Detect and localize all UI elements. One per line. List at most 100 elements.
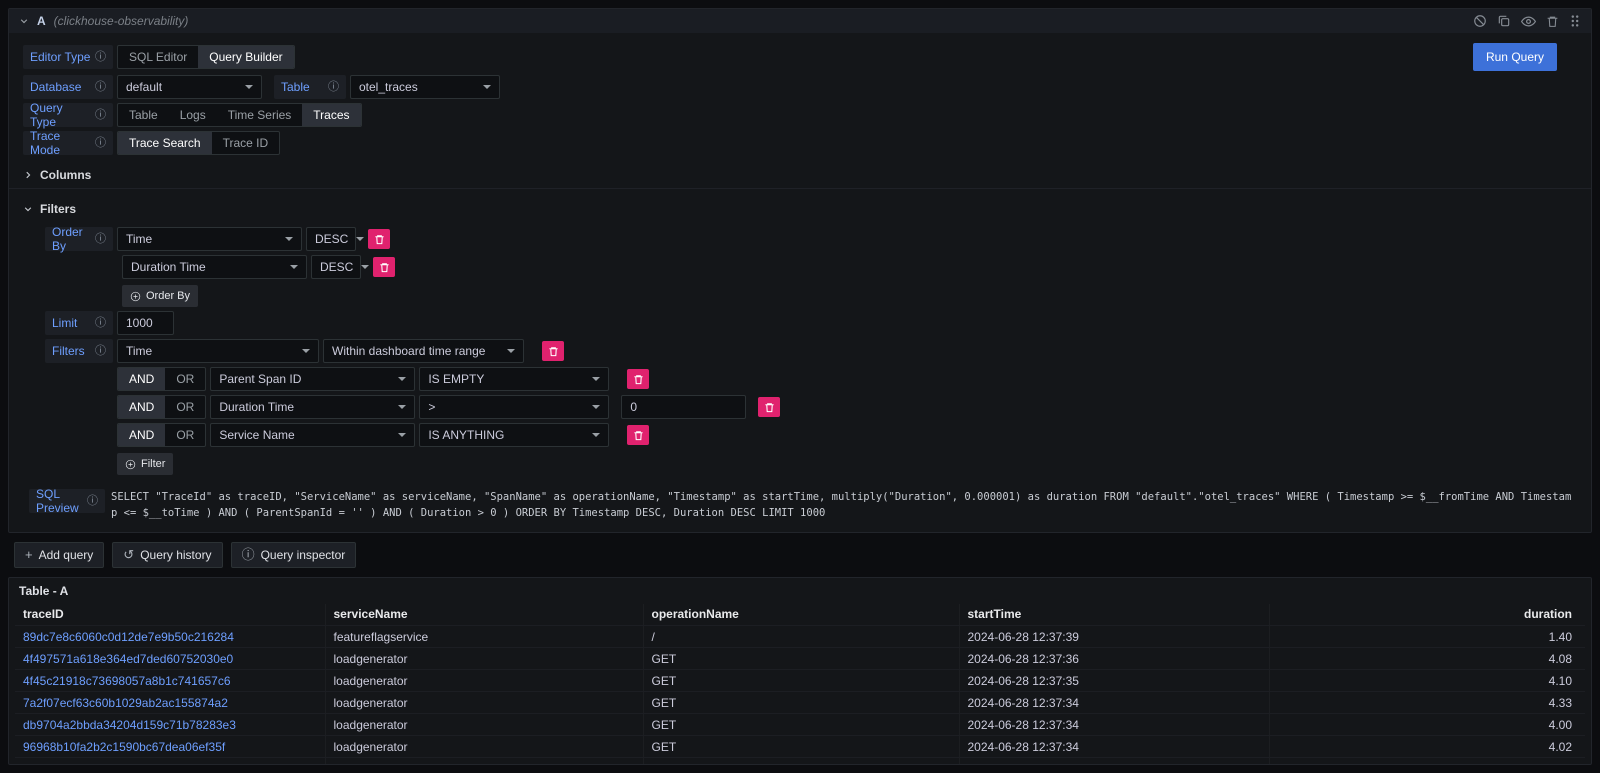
remove-filter-button[interactable] bbox=[627, 425, 649, 445]
query-type-logs[interactable]: Logs bbox=[169, 104, 217, 126]
info-icon[interactable]: ⓘ bbox=[95, 110, 106, 121]
trace-id-link[interactable]: 4f45c21918c73698057a8b1c741657c6 bbox=[23, 674, 231, 688]
run-query-button[interactable]: Run Query bbox=[1473, 43, 1557, 71]
trash-icon bbox=[379, 262, 390, 273]
column-header-operationname[interactable]: operationName bbox=[643, 604, 959, 626]
trace-id-link[interactable]: 4f497571a618e364ed7ded60752030e0 bbox=[23, 652, 233, 666]
remove-filter-button[interactable] bbox=[542, 341, 564, 361]
trace-table-body: 89dc7e8c6060c0d12de7e9b50c216284 feature… bbox=[15, 626, 1585, 764]
query-builder-option[interactable]: Query Builder bbox=[198, 46, 293, 68]
drag-handle-icon[interactable] bbox=[1569, 14, 1581, 28]
filter-field-select[interactable]: Service Name bbox=[210, 423, 415, 447]
eye-icon[interactable] bbox=[1521, 14, 1536, 29]
editor-type-switch: SQL Editor Query Builder bbox=[117, 45, 295, 69]
order-by-field-select[interactable]: Time bbox=[117, 227, 302, 251]
grafana-query-page: A (clickhouse-observability) bbox=[0, 0, 1600, 773]
query-type-time-series[interactable]: Time Series bbox=[217, 104, 303, 126]
filter-value-input[interactable] bbox=[621, 395, 746, 419]
filter-operator-select[interactable]: IS ANYTHING bbox=[419, 423, 609, 447]
remove-filter-button[interactable] bbox=[758, 397, 780, 417]
add-query-button[interactable]: + Add query bbox=[14, 542, 104, 568]
trash-icon bbox=[633, 374, 644, 385]
filter-row: AND OR Service Name IS ANYTHING bbox=[9, 423, 1591, 447]
order-by-direction-select[interactable]: DESC bbox=[311, 255, 361, 279]
datasource-name: (clickhouse-observability) bbox=[54, 14, 189, 28]
column-header-servicename[interactable]: serviceName bbox=[325, 604, 643, 626]
info-icon[interactable]: ⓘ bbox=[95, 82, 106, 93]
info-icon[interactable]: ⓘ bbox=[95, 138, 106, 149]
order-by-direction-select[interactable]: DESC bbox=[306, 227, 356, 251]
filter-operator-select[interactable]: > bbox=[419, 395, 609, 419]
start-time-cell: 2024-06-28 12:37:34 bbox=[959, 692, 1269, 714]
duplicate-icon[interactable] bbox=[1497, 14, 1511, 28]
table-container: traceID serviceName operationName startT… bbox=[9, 604, 1591, 764]
limit-input[interactable] bbox=[117, 311, 174, 335]
query-row-header[interactable]: A (clickhouse-observability) bbox=[9, 9, 1591, 33]
query-editor-panel: A (clickhouse-observability) bbox=[8, 8, 1592, 533]
table-select[interactable]: otel_traces bbox=[350, 75, 500, 99]
filters-section-header[interactable]: Filters bbox=[9, 195, 1591, 223]
info-icon[interactable]: ⓘ bbox=[87, 496, 98, 507]
remove-filter-button[interactable] bbox=[627, 369, 649, 389]
database-table-row: Database ⓘ default Table ⓘ otel_traces bbox=[9, 75, 1591, 99]
database-select[interactable]: default bbox=[117, 75, 262, 99]
filter-field-select[interactable]: Parent Span ID bbox=[210, 367, 415, 391]
panel-title[interactable]: Table - A bbox=[9, 578, 1591, 604]
query-inspector-button[interactable]: ⓘ Query inspector bbox=[231, 542, 357, 568]
sql-preview-text: SELECT "TraceId" as traceID, "ServiceNam… bbox=[111, 489, 1577, 522]
operation-name-cell: / bbox=[643, 626, 959, 648]
filter-field-select[interactable]: Time bbox=[117, 339, 319, 363]
and-option[interactable]: AND bbox=[118, 368, 165, 390]
and-option[interactable]: AND bbox=[118, 424, 165, 446]
trace-id-link[interactable]: 89dc7e8c6060c0d12de7e9b50c216284 bbox=[23, 630, 234, 644]
service-name-cell: loadgenerator bbox=[325, 670, 643, 692]
order-by-field-select[interactable]: Duration Time bbox=[122, 255, 307, 279]
disable-icon[interactable] bbox=[1473, 14, 1487, 28]
query-type-label: Query Type ⓘ bbox=[23, 103, 113, 127]
query-history-button[interactable]: ↺ Query history bbox=[112, 542, 222, 568]
trash-icon[interactable] bbox=[1546, 15, 1559, 28]
trace-id-link[interactable]: 1887794f7eaa6037d0e2a4579bcd7acb bbox=[23, 762, 232, 764]
or-option[interactable]: OR bbox=[165, 368, 205, 390]
info-icon[interactable]: ⓘ bbox=[95, 234, 106, 245]
add-order-by-button[interactable]: Order By bbox=[122, 285, 198, 307]
remove-order-by-button[interactable] bbox=[373, 257, 395, 277]
chevron-down-icon bbox=[290, 265, 298, 269]
trace-table: traceID serviceName operationName startT… bbox=[15, 604, 1585, 764]
trace-id-link[interactable]: db9704a2bbda34204d159c71b78283e3 bbox=[23, 718, 236, 732]
operation-name-cell: GET bbox=[643, 714, 959, 736]
filters-label: Filters ⓘ bbox=[45, 339, 113, 363]
column-header-starttime[interactable]: startTime bbox=[959, 604, 1269, 626]
query-type-table[interactable]: Table bbox=[118, 104, 169, 126]
info-icon[interactable]: ⓘ bbox=[95, 318, 106, 329]
collapse-chevron-icon[interactable] bbox=[19, 16, 29, 26]
chevron-down-icon bbox=[356, 237, 364, 241]
remove-order-by-button[interactable] bbox=[368, 229, 390, 249]
service-name-cell: loadgenerator bbox=[325, 758, 643, 764]
info-icon[interactable]: ⓘ bbox=[328, 82, 339, 93]
sql-editor-option[interactable]: SQL Editor bbox=[118, 46, 198, 68]
column-header-traceid[interactable]: traceID bbox=[15, 604, 325, 626]
column-header-duration[interactable]: duration bbox=[1269, 604, 1585, 626]
table-row: 96968b10fa2b2c1590bc67dea06ef35f loadgen… bbox=[15, 736, 1585, 758]
query-type-traces[interactable]: Traces bbox=[302, 104, 360, 126]
operation-name-cell: GET bbox=[643, 758, 959, 764]
filter-operator-select[interactable]: IS EMPTY bbox=[419, 367, 609, 391]
info-icon[interactable]: ⓘ bbox=[95, 346, 106, 357]
trace-id-link[interactable]: 7a2f07ecf63c60b1029ab2ac155874a2 bbox=[23, 696, 228, 710]
columns-section-header[interactable]: Columns bbox=[9, 161, 1591, 189]
trace-search-option[interactable]: Trace Search bbox=[118, 132, 212, 154]
info-icon[interactable]: ⓘ bbox=[95, 52, 106, 63]
or-option[interactable]: OR bbox=[165, 424, 205, 446]
duration-cell: 4.08 bbox=[1269, 648, 1585, 670]
trace-id-link[interactable]: 96968b10fa2b2c1590bc67dea06ef35f bbox=[23, 740, 225, 754]
and-option[interactable]: AND bbox=[118, 396, 165, 418]
filter-field-select[interactable]: Duration Time bbox=[210, 395, 415, 419]
conjunction-switch: AND OR bbox=[117, 423, 206, 447]
or-option[interactable]: OR bbox=[165, 396, 205, 418]
filter-operator-select[interactable]: Within dashboard time range bbox=[323, 339, 524, 363]
trace-id-option[interactable]: Trace ID bbox=[212, 132, 280, 154]
chevron-down-icon bbox=[361, 265, 369, 269]
add-filter-button[interactable]: Filter bbox=[117, 453, 173, 475]
chevron-down-icon bbox=[398, 405, 406, 409]
